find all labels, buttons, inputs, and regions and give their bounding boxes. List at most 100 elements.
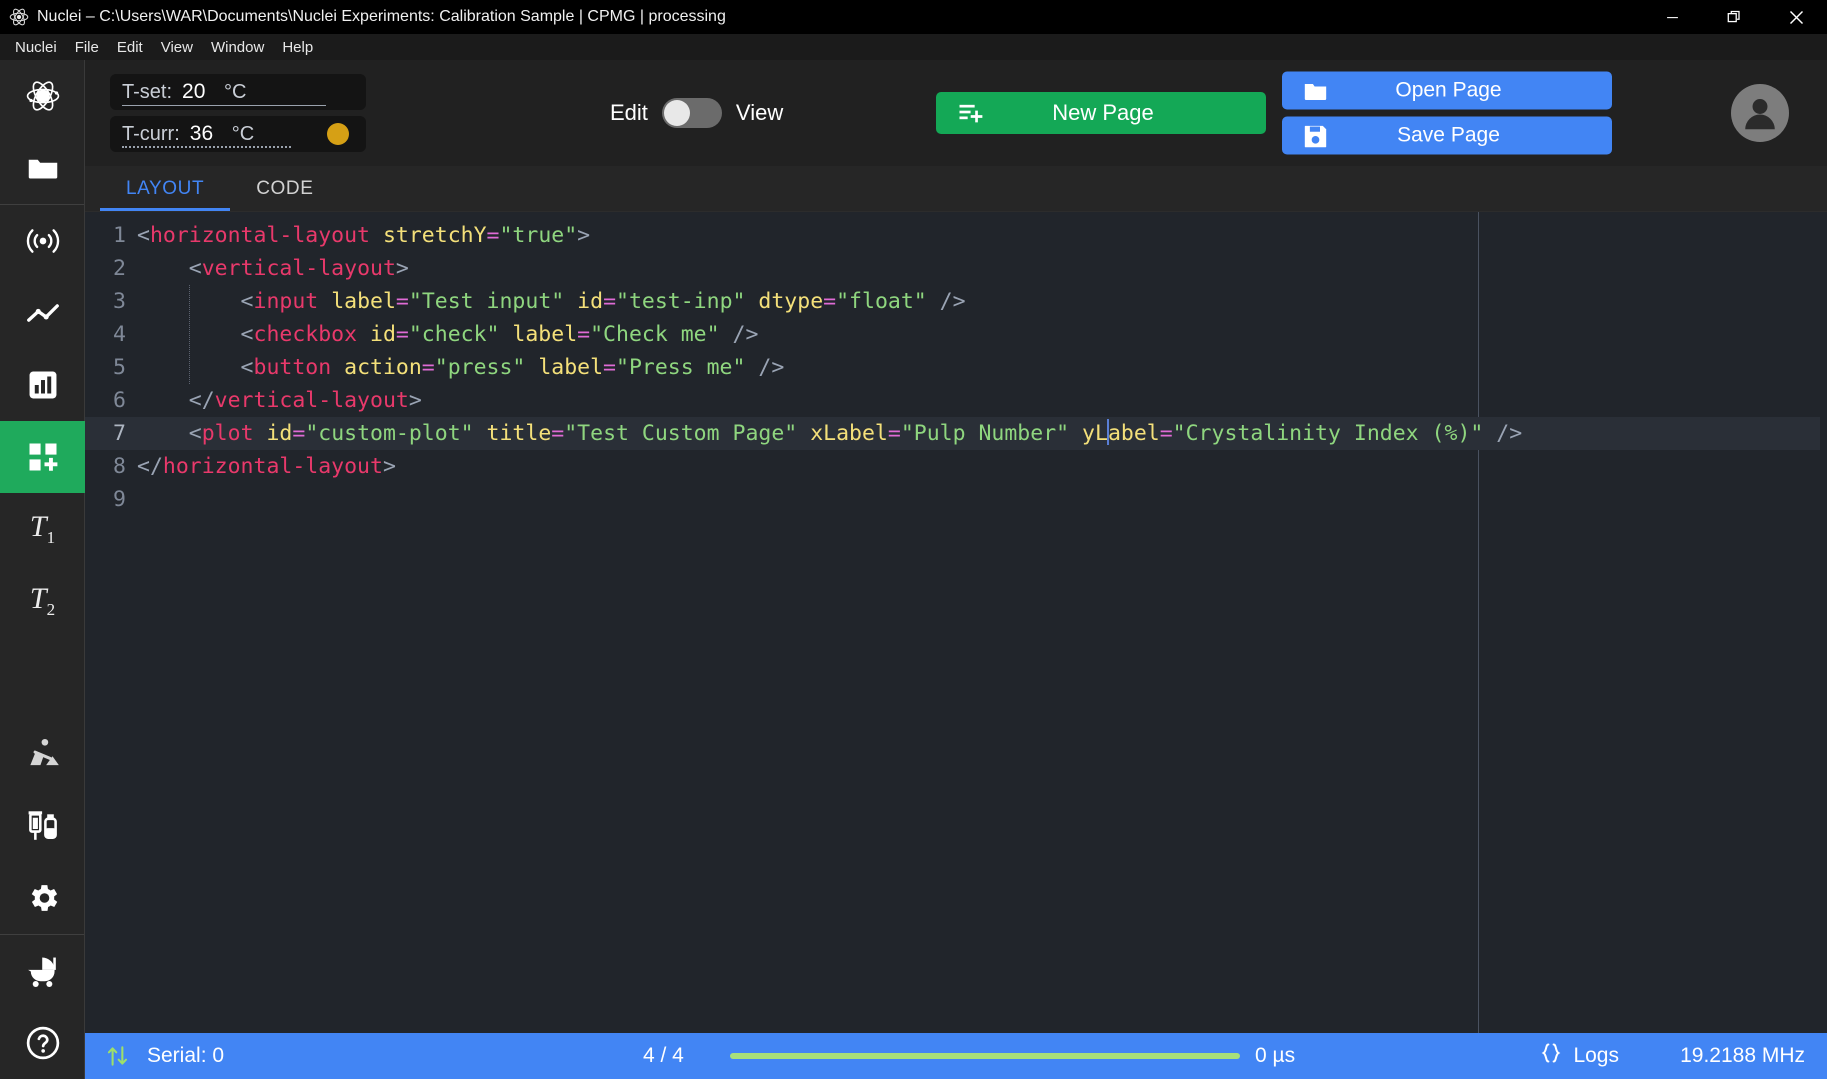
sidebar-item-line-chart[interactable]	[0, 277, 85, 349]
bar-chart-icon	[29, 371, 56, 399]
title-bar: Nuclei – C:\Users\WAR\Documents\Nuclei E…	[0, 0, 1827, 34]
code-line-text: <input label="Test input" id="test-inp" …	[137, 285, 1820, 318]
editor-scrollbar[interactable]	[1820, 212, 1827, 1033]
menu-item-view[interactable]: View	[152, 36, 202, 59]
editor-area: 1 <horizontal-layout stretchY="true"> 2 <v…	[85, 212, 1827, 1033]
code-line-text	[137, 483, 1820, 516]
window-controls	[1641, 0, 1827, 34]
close-button[interactable]	[1765, 0, 1827, 34]
menu-item-help[interactable]: Help	[273, 36, 322, 59]
edit-view-toggle-group: Edit View	[610, 98, 783, 128]
edit-view-toggle[interactable]	[661, 98, 722, 128]
sidebar-item-help[interactable]	[0, 1007, 85, 1079]
code-line[interactable]: 5 <button action="press" label="Press me…	[85, 351, 1820, 384]
token-str: "test-inp"	[616, 289, 746, 314]
token-punct: <	[137, 322, 254, 347]
token-str: "Check me"	[590, 322, 720, 347]
sidebar-item-t2[interactable]: T2	[0, 565, 85, 637]
t-set-label: T-set:	[122, 80, 173, 103]
logs-label: Logs	[1573, 1044, 1619, 1067]
sidebar-item-custom-page[interactable]	[0, 421, 85, 493]
code-line[interactable]: 2 <vertical-layout>	[85, 252, 1820, 285]
code-line[interactable]: 9	[85, 483, 1820, 516]
indent-guide	[188, 285, 190, 384]
code-line[interactable]: 8 </horizontal-layout>	[85, 450, 1820, 483]
token-str: "float"	[836, 289, 927, 314]
sidebar-item-stroller[interactable]	[0, 935, 85, 1007]
code-line[interactable]: 4 <checkbox id="check" label="Check me" …	[85, 318, 1820, 351]
code-editor[interactable]: 1 <horizontal-layout stretchY="true"> 2 <v…	[85, 212, 1820, 1033]
t-set-value[interactable]: 20	[182, 80, 216, 104]
token-eq: =	[603, 289, 617, 314]
window-title: Nuclei – C:\Users\WAR\Documents\Nuclei E…	[37, 8, 726, 25]
sidebar-item-construction[interactable]	[0, 718, 85, 790]
sidebar-item-broadcast[interactable]	[0, 205, 85, 277]
folder-icon	[28, 159, 57, 179]
code-line[interactable]: 1 <horizontal-layout stretchY="true">	[85, 219, 1820, 252]
frequency-readout: 19.2188 MHz	[1680, 1044, 1805, 1067]
code-line[interactable]: 3 <input label="Test input" id="test-inp…	[85, 285, 1820, 318]
code-line[interactable]: 6 </vertical-layout>	[85, 384, 1820, 417]
user-avatar[interactable]	[1731, 84, 1789, 142]
line-number: 3	[113, 289, 126, 314]
open-page-button[interactable]: Open Page	[1282, 71, 1612, 110]
token-eq: =	[551, 421, 565, 446]
token-attr: dtype	[758, 289, 824, 314]
token-attr: label	[331, 289, 396, 314]
token-eq: =	[486, 223, 500, 248]
token-eq: =	[577, 322, 591, 347]
line-chart-icon	[26, 304, 59, 322]
t-set-unit: °C	[224, 80, 247, 103]
construction-icon	[29, 738, 59, 766]
line-number: 6	[113, 388, 126, 413]
menu-item-window[interactable]: Window	[202, 36, 273, 59]
stroller-icon	[27, 957, 56, 987]
sidebar-item-settings[interactable]	[0, 862, 85, 934]
logs-button[interactable]: Logs	[1539, 1041, 1619, 1071]
line-number: 5	[113, 355, 126, 380]
code-line-text: <checkbox id="check" label="Check me" />	[137, 318, 1820, 351]
menu-item-edit[interactable]: Edit	[108, 36, 152, 59]
token-punct: >	[408, 388, 422, 413]
token-punct	[797, 421, 810, 446]
maximize-button[interactable]	[1703, 0, 1765, 34]
sidebar-item-atom[interactable]	[0, 60, 85, 132]
token-punct: >	[382, 454, 396, 479]
new-page-button[interactable]: New Page	[936, 92, 1266, 134]
token-punct: />	[745, 355, 785, 380]
sidebar-item-folder[interactable]	[0, 132, 85, 204]
code-line[interactable]: 7 <plot id="custom-plot" title="Test Cus…	[85, 417, 1820, 450]
tab-layout[interactable]: LAYOUT	[100, 166, 231, 211]
token-punct: >	[395, 256, 409, 281]
toggle-knob	[663, 100, 690, 126]
token-attr: label	[512, 322, 578, 347]
sidebar-item-label: T2	[29, 582, 56, 619]
line-number: 4	[113, 322, 126, 347]
sidebar-item-t1[interactable]: T1	[0, 493, 85, 565]
code-line-text: <horizontal-layout stretchY="true">	[137, 219, 1820, 252]
menu-item-file[interactable]: File	[66, 36, 108, 59]
token-punct	[525, 355, 538, 380]
grid-plus-icon	[29, 443, 57, 471]
token-punct	[331, 355, 344, 380]
t-set-field[interactable]: T-set: 20 °C	[110, 74, 366, 110]
save-page-button[interactable]: Save Page	[1282, 116, 1612, 155]
scan-count: 4 / 4	[643, 1044, 684, 1067]
menu-item-nuclei[interactable]: Nuclei	[6, 36, 66, 59]
t2-subscript: 2	[46, 600, 56, 619]
tab-code[interactable]: CODE	[230, 166, 339, 211]
minimize-button[interactable]	[1641, 0, 1703, 34]
t-curr-value: 36	[189, 122, 214, 145]
sidebar-item-bar-chart[interactable]	[0, 349, 85, 421]
t1-subscript: 1	[46, 528, 56, 547]
code-line-text: <vertical-layout>	[137, 252, 1820, 285]
braces-icon	[1539, 1041, 1563, 1071]
token-punct	[318, 289, 331, 314]
editor-tabs: LAYOUT CODE	[85, 166, 1827, 212]
save-page-label: Save Page	[1397, 123, 1500, 147]
new-page-label: New Page	[1052, 100, 1154, 125]
sidebar-item-syringe[interactable]	[0, 790, 85, 862]
token-attr: id	[370, 322, 396, 347]
token-tag: vertical-layout	[201, 256, 396, 281]
t-curr-field: T-curr: 36 °C	[110, 116, 366, 152]
